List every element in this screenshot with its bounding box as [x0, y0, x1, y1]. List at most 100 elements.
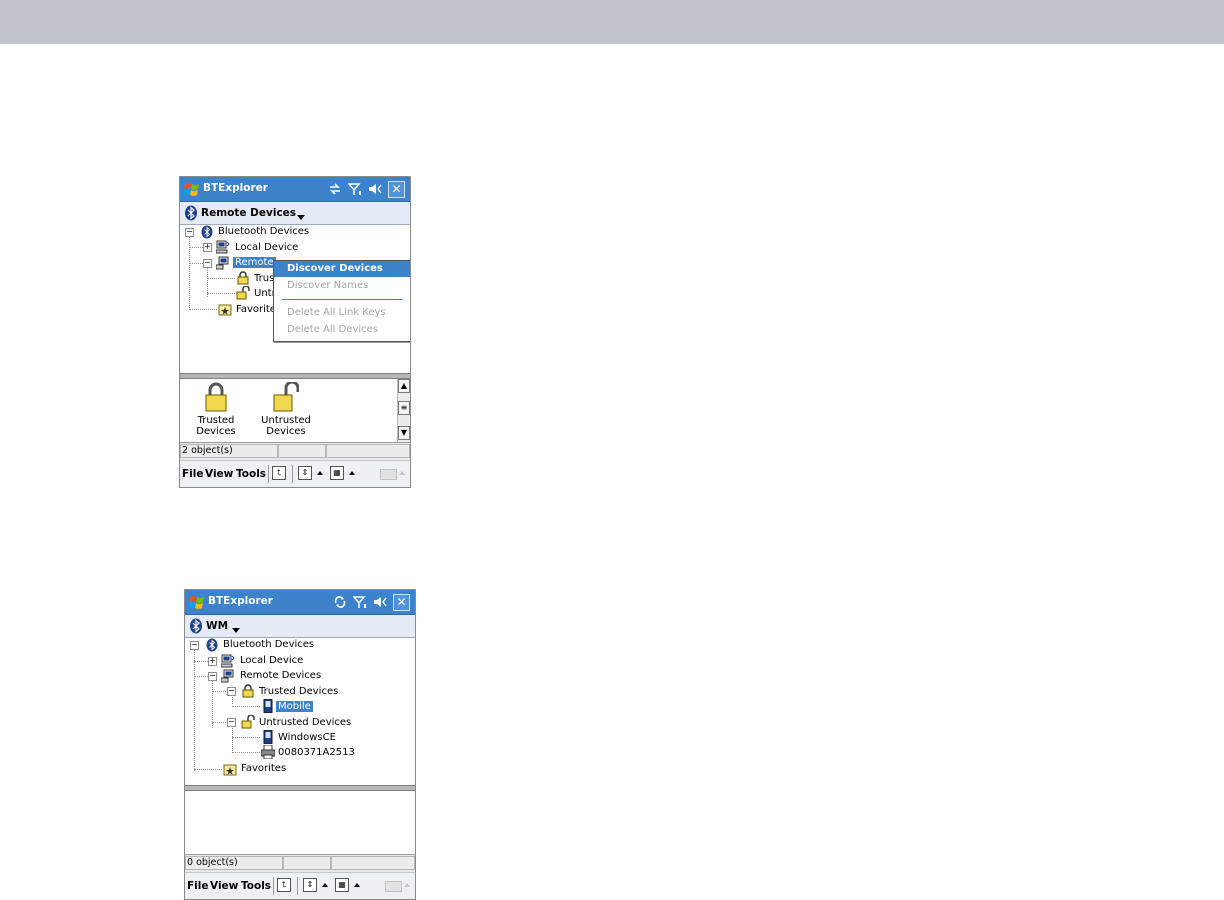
- collapse-toggle[interactable]: −: [227, 718, 236, 727]
- sort-menu-arrow-icon[interactable]: [322, 883, 328, 887]
- speaker-icon[interactable]: [368, 181, 382, 197]
- status-cell: [326, 444, 410, 458]
- folder-up-icon[interactable]: ⮤: [272, 466, 286, 480]
- vertical-scrollbar[interactable]: ▲ ≡ ▼: [397, 379, 410, 442]
- scroll-thumb[interactable]: ≡: [398, 401, 410, 415]
- list-item-untrusted-devices[interactable]: Untrusted Devices: [256, 380, 316, 437]
- view-menu-arrow-icon[interactable]: [349, 471, 355, 475]
- menu-item-discover-names[interactable]: Discover Names: [274, 278, 410, 294]
- tree-node-bluetooth-devices[interactable]: Bluetooth Devices: [223, 639, 314, 650]
- tree-node-bluetooth-devices[interactable]: Bluetooth Devices: [218, 226, 309, 237]
- tree-node-windowsce[interactable]: WindowsCE: [278, 732, 336, 743]
- menu-item-delete-all-devices[interactable]: Delete All Devices: [274, 322, 410, 338]
- bluetooth-icon: [190, 618, 202, 634]
- mobile-phone-icon: [263, 699, 273, 713]
- tree-node-remote-devices[interactable]: Remote: [233, 257, 276, 268]
- location-label: WM: [206, 620, 229, 632]
- bluetooth-icon: [206, 638, 218, 652]
- keyboard-icon[interactable]: [380, 469, 397, 480]
- tree-node-mobile[interactable]: Mobile: [276, 701, 313, 712]
- input-menu-arrow-icon[interactable]: [399, 471, 405, 475]
- tree-node-remote-devices[interactable]: Remote Devices: [240, 670, 321, 681]
- menu-separator: [282, 299, 403, 300]
- app-title: BTExplorer: [208, 595, 273, 607]
- sort-icon[interactable]: ⇕: [298, 466, 312, 480]
- menu-view[interactable]: View: [210, 880, 238, 892]
- tree-node-favorites[interactable]: Favorites: [241, 763, 286, 774]
- close-icon[interactable]: ✕: [393, 594, 410, 611]
- page-header-bar: [0, 0, 1224, 44]
- input-menu-arrow-icon[interactable]: [404, 883, 410, 887]
- bluetooth-icon: [201, 225, 213, 239]
- menu-file[interactable]: File: [182, 468, 204, 480]
- status-cell: [278, 444, 326, 458]
- collapse-toggle[interactable]: −: [227, 687, 236, 696]
- view-mode-icon[interactable]: ▦: [335, 878, 349, 892]
- keyboard-icon[interactable]: [385, 881, 402, 892]
- menu-item-delete-link-keys[interactable]: Delete All Link Keys: [274, 305, 410, 321]
- computer-icon: [216, 256, 229, 270]
- tree-node-trusted[interactable]: Trus: [254, 273, 274, 284]
- close-icon[interactable]: ✕: [388, 181, 405, 198]
- menu-file[interactable]: File: [187, 880, 209, 892]
- folder-up-icon[interactable]: ⮤: [277, 878, 291, 892]
- device-list: Trusted Devices Untrusted Devices ▲ ≡ ▼: [180, 379, 410, 442]
- device-tree: − Bluetooth Devices + Local Device − Rem…: [185, 638, 415, 785]
- printer-icon: [261, 745, 275, 759]
- tree-node-favorites[interactable]: Favorite: [236, 304, 276, 315]
- star-folder-icon: [218, 304, 232, 316]
- context-menu: Discover Devices Discover Names Delete A…: [273, 260, 410, 342]
- status-cell: [331, 856, 415, 870]
- scroll-down-button[interactable]: ▼: [398, 426, 410, 440]
- tree-node-device-address[interactable]: 0080371A2513: [278, 747, 355, 758]
- sort-menu-arrow-icon[interactable]: [317, 471, 323, 475]
- sync-arrows-icon[interactable]: [333, 594, 347, 610]
- list-item-trusted-devices[interactable]: Trusted Devices: [186, 382, 246, 437]
- tree-node-local-device[interactable]: Local Device: [235, 242, 298, 253]
- chevron-down-icon[interactable]: [232, 628, 240, 633]
- expand-toggle[interactable]: +: [203, 243, 212, 252]
- menu-tools[interactable]: Tools: [241, 880, 271, 892]
- status-bar: 2 object(s): [180, 442, 410, 460]
- collapse-toggle[interactable]: −: [185, 228, 194, 237]
- menu-view[interactable]: View: [205, 468, 233, 480]
- view-menu-arrow-icon[interactable]: [354, 883, 360, 887]
- connectivity-arrows-icon[interactable]: [328, 181, 342, 197]
- status-cell: [283, 856, 331, 870]
- screenshot-remote-devices-menu: BTExplorer ✕ Remote Devices − Bluetooth …: [179, 176, 411, 488]
- location-label: Remote Devices: [201, 207, 297, 219]
- location-bar[interactable]: Remote Devices: [180, 202, 410, 225]
- padlock-icon: [242, 684, 254, 698]
- view-mode-icon[interactable]: ▦: [330, 466, 344, 480]
- status-bar: 0 object(s): [185, 854, 415, 872]
- collapse-toggle[interactable]: −: [203, 259, 212, 268]
- mobile-phone-icon: [263, 730, 273, 744]
- tree-node-local-device[interactable]: Local Device: [240, 655, 303, 666]
- speaker-icon[interactable]: [373, 594, 387, 610]
- menu-item-discover-devices[interactable]: Discover Devices: [274, 261, 410, 277]
- tree-node-trusted-devices[interactable]: Trusted Devices: [259, 686, 338, 697]
- scroll-up-button[interactable]: ▲: [398, 379, 410, 393]
- windows-flag-icon[interactable]: [183, 180, 201, 198]
- expand-toggle[interactable]: +: [208, 657, 217, 666]
- computer-icon: [221, 654, 235, 668]
- sort-icon[interactable]: ⇕: [303, 878, 317, 892]
- padlock-icon: [237, 271, 249, 285]
- collapse-toggle[interactable]: −: [190, 641, 199, 650]
- collapse-toggle[interactable]: −: [208, 672, 217, 681]
- signal-strength-icon[interactable]: [353, 594, 367, 610]
- title-bar: BTExplorer ✕: [180, 177, 410, 202]
- bluetooth-icon: [185, 205, 197, 221]
- chevron-down-icon[interactable]: [297, 215, 305, 220]
- menu-tools[interactable]: Tools: [236, 468, 266, 480]
- tree-node-untrusted-devices[interactable]: Untrusted Devices: [259, 717, 351, 728]
- location-bar[interactable]: WM: [185, 615, 415, 638]
- screenshot-discovered-devices: BTExplorer ✕ WM − Bluetooth Devices + Lo…: [184, 589, 416, 900]
- padlock-icon: [205, 382, 227, 412]
- signal-strength-icon[interactable]: [348, 181, 362, 197]
- computer-icon: [221, 669, 234, 683]
- windows-flag-icon[interactable]: [188, 593, 206, 611]
- title-bar: BTExplorer ✕: [185, 590, 415, 615]
- open-padlock-icon: [236, 286, 250, 300]
- status-object-count: 0 object(s): [185, 856, 283, 870]
